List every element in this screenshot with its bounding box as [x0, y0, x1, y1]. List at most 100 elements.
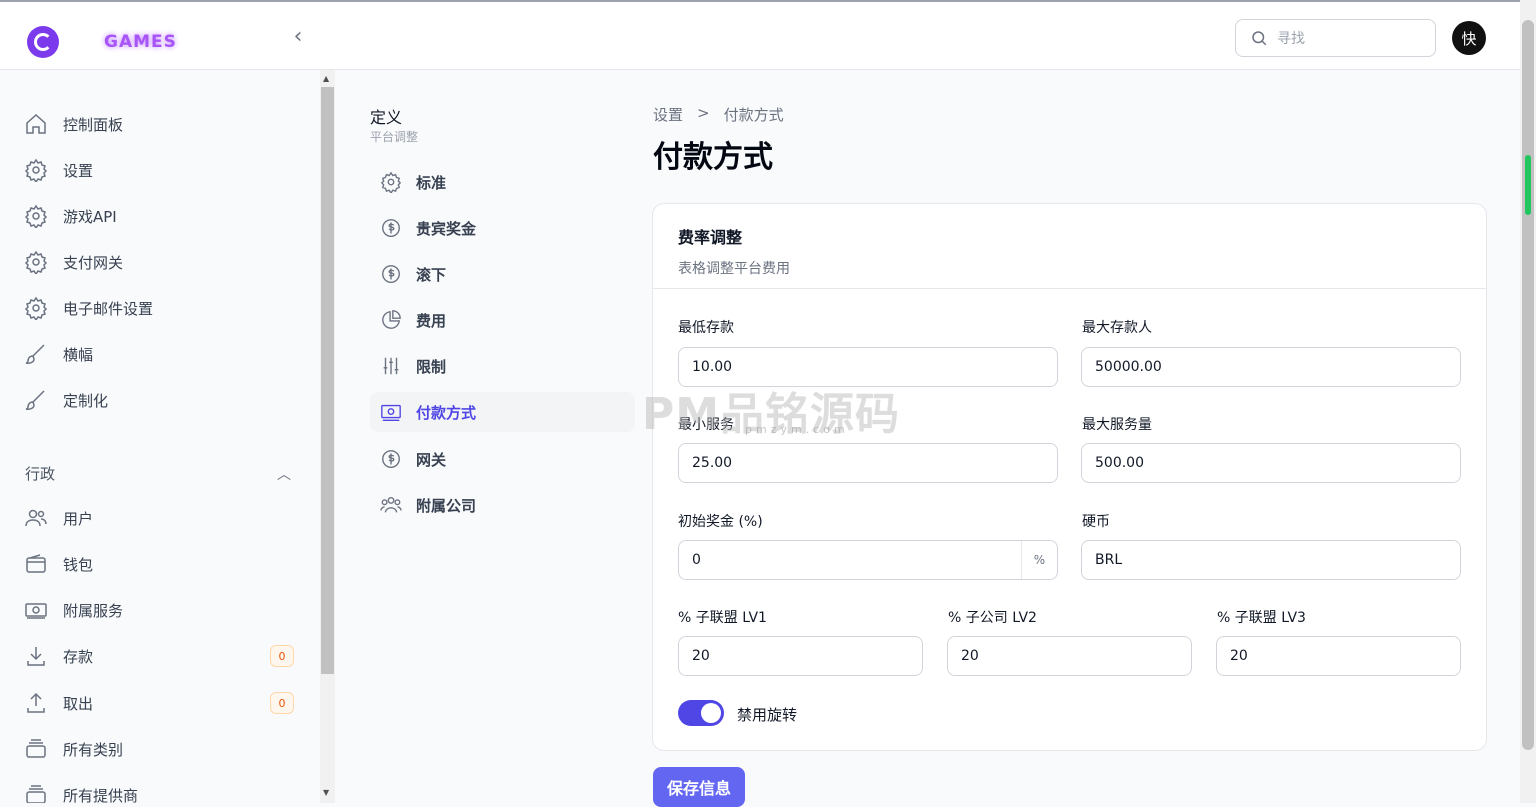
- stack-icon: [26, 785, 46, 803]
- currency-input[interactable]: BRL: [1081, 540, 1461, 580]
- search-icon: [1252, 31, 1267, 46]
- money-icon: [381, 404, 401, 421]
- page-title: 付款方式: [653, 140, 773, 175]
- sidebar-item-email-settings[interactable]: 电子邮件设置: [24, 293, 294, 323]
- subnav-item-affiliates[interactable]: 附属公司: [370, 485, 635, 525]
- sidebar-item-dashboard[interactable]: 控制面板: [24, 109, 294, 139]
- max-deposit-input[interactable]: 50000.00: [1081, 347, 1461, 387]
- subnav-item-label: 附属公司: [416, 496, 477, 515]
- avatar[interactable]: 快: [1452, 21, 1486, 55]
- brush-icon: [25, 390, 45, 410]
- money-icon: [25, 603, 47, 619]
- gear-icon: [24, 204, 48, 228]
- sidebar-item-customization[interactable]: 定制化: [24, 385, 294, 415]
- sidebar-item-label: 控制面板: [63, 115, 124, 134]
- stack-icon: [26, 739, 46, 758]
- sidebar-item-label: 游戏API: [63, 207, 117, 226]
- sidebar-item-label: 支付网关: [63, 253, 124, 272]
- card-header: 费率调整 表格调整平台费用: [653, 204, 1486, 289]
- subnav-item-standard[interactable]: 标准: [370, 162, 635, 202]
- min-deposit-label: 最低存款: [678, 320, 734, 336]
- sidebar-scrollbar[interactable]: ▲ ▼: [320, 70, 335, 803]
- brand-logo-text[interactable]: GAMES: [104, 32, 177, 52]
- search-input[interactable]: 寻找: [1235, 19, 1436, 57]
- subnav-item-label: 标准: [416, 173, 447, 192]
- logo-icon[interactable]: [27, 26, 59, 58]
- scroll-down-arrow-icon[interactable]: ▼: [323, 788, 329, 797]
- users-icon: [380, 496, 402, 513]
- sidebar-item-banners[interactable]: 横幅: [24, 339, 294, 369]
- percent-suffix: %: [1021, 541, 1057, 579]
- sidebar-item-withdrawals[interactable]: 取出 0: [24, 688, 294, 718]
- home-icon: [26, 113, 46, 134]
- sidebar-scrollbar-thumb[interactable]: [321, 87, 334, 674]
- min-service-input[interactable]: 25.00: [678, 443, 1058, 483]
- lv3-input[interactable]: 20: [1216, 636, 1461, 676]
- max-service-label: 最大服务量: [1082, 417, 1152, 433]
- subnav-subtitle: 平台调整: [370, 130, 419, 144]
- subnav-item-label: 限制: [416, 357, 447, 376]
- sidebar-item-payment-gateway[interactable]: 支付网关: [24, 247, 294, 277]
- sidebar-item-affiliate-services[interactable]: 附属服务: [24, 595, 294, 625]
- download-icon: [27, 647, 45, 666]
- watermark-url: pmzym.com: [745, 423, 849, 436]
- initial-bonus-label: 初始奖金 (%): [678, 514, 763, 530]
- lv3-label: % 子联盟 LV3: [1217, 610, 1306, 626]
- rate-adjustment-card: 费率调整 表格调整平台费用 最低存款 10.00 最大存款人 50000.00 …: [652, 203, 1487, 751]
- sidebar-item-settings[interactable]: 设置: [24, 155, 294, 185]
- sidebar-item-label: 附属服务: [63, 601, 124, 620]
- dollar-icon: [382, 450, 400, 468]
- sidebar-item-label: 横幅: [63, 345, 94, 364]
- sidebar-item-label: 存款: [63, 647, 94, 666]
- sidebar-item-label: 取出: [63, 694, 94, 713]
- sidebar-item-deposits[interactable]: 存款 0: [24, 641, 294, 671]
- subnav-item-rollover[interactable]: 滚下: [370, 254, 635, 294]
- gear-icon: [24, 296, 48, 320]
- subnav-item-label: 贵宾奖金: [416, 219, 477, 238]
- sidebar-item-users[interactable]: 用户: [24, 503, 294, 533]
- disable-spin-toggle[interactable]: [678, 700, 724, 726]
- save-button[interactable]: 保存信息: [653, 767, 745, 807]
- withdrawal-count-badge: 0: [270, 692, 294, 714]
- upload-icon: [27, 692, 45, 713]
- subnav-item-limits[interactable]: 限制: [370, 346, 635, 386]
- sliders-icon: [383, 357, 399, 375]
- sidebar-item-wallet[interactable]: 钱包: [24, 549, 294, 579]
- brush-icon: [25, 344, 45, 364]
- initial-bonus-input[interactable]: 0 %: [678, 540, 1058, 580]
- sidebar-item-label: 所有类别: [63, 740, 124, 759]
- lv1-label: % 子联盟 LV1: [678, 610, 767, 626]
- sidebar-item-all-categories[interactable]: 所有类别: [24, 734, 294, 764]
- subnav-item-gateways[interactable]: 网关: [370, 439, 635, 479]
- users-icon: [25, 509, 47, 527]
- wallet-icon: [26, 554, 46, 573]
- sidebar-group-admin[interactable]: 行政 ︿: [25, 463, 291, 484]
- gear-icon: [24, 158, 48, 182]
- sidebar-group-label: 行政: [25, 465, 56, 483]
- lv2-input[interactable]: 20: [947, 636, 1192, 676]
- sidebar-item-label: 用户: [63, 509, 94, 528]
- deposit-count-badge: 0: [270, 645, 294, 667]
- subnav-item-fees[interactable]: 费用: [370, 300, 635, 340]
- sidebar-item-game-api[interactable]: 游戏API: [24, 201, 294, 231]
- dollar-icon: [382, 219, 400, 237]
- card-title: 费率调整: [678, 228, 743, 247]
- page-scrollbar-thumb[interactable]: [1522, 20, 1534, 750]
- page-scrollbar[interactable]: [1520, 0, 1536, 803]
- lv2-label: % 子公司 LV2: [948, 610, 1037, 626]
- sidebar-item-label: 电子邮件设置: [63, 299, 154, 318]
- sidebar-item-all-providers[interactable]: 所有提供商: [24, 780, 294, 803]
- initial-bonus-value: 0: [692, 552, 701, 568]
- lv1-input[interactable]: 20: [678, 636, 923, 676]
- scroll-up-arrow-icon[interactable]: ▲: [323, 74, 329, 83]
- collapse-sidebar-button[interactable]: ‹: [286, 24, 310, 50]
- subnav-item-vip-bonus[interactable]: 贵宾奖金: [370, 208, 635, 248]
- breadcrumb-parent-link[interactable]: 设置: [653, 104, 683, 125]
- sidebar-item-label: 设置: [63, 161, 94, 180]
- top-bar: GAMES ‹ 寻找 快: [0, 0, 1520, 70]
- max-service-input[interactable]: 500.00: [1081, 443, 1461, 483]
- subnav-item-payment-methods[interactable]: 付款方式: [370, 392, 635, 432]
- sidebar-item-label: 钱包: [63, 555, 94, 574]
- gear-icon: [380, 171, 402, 193]
- currency-label: 硬币: [1082, 514, 1110, 530]
